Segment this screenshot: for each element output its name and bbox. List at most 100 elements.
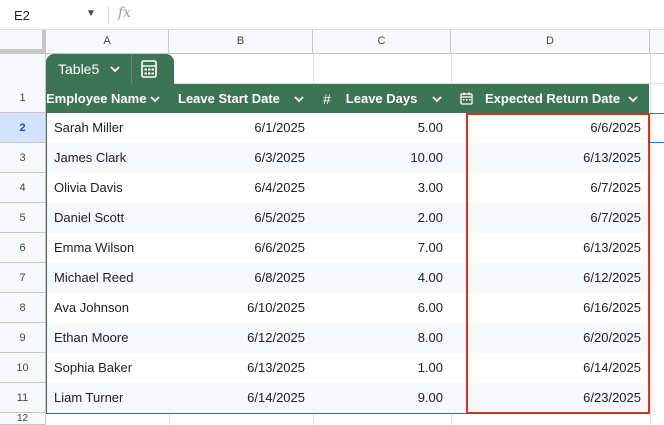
row-header-8[interactable]: 8 (0, 293, 46, 323)
cell-employee-name[interactable]: Liam Turner (46, 383, 169, 413)
cell-leave-start-date[interactable]: 6/4/2025 (169, 173, 313, 203)
header-leave-days-label: Leave Days (345, 91, 418, 106)
header-employee-name-label: Employee Name (46, 91, 147, 106)
row-header-4[interactable]: 4 (0, 173, 46, 203)
caret-down-icon[interactable]: ▼ (86, 8, 96, 19)
header-expected-return-date[interactable]: Expected Return Date (451, 84, 649, 113)
cell-expected-return-date[interactable]: 6/13/2025 (451, 233, 649, 263)
cell-leave-days[interactable]: 3.00 (313, 173, 451, 203)
column-header-d[interactable]: D (451, 30, 650, 53)
table-row: Sophia Baker 6/13/2025 1.00 6/14/2025 (46, 353, 649, 383)
header-employee-name[interactable]: Employee Name (46, 84, 169, 113)
cell-employee-name[interactable]: Sarah Miller (46, 113, 169, 143)
cell-leave-start-date[interactable]: 6/13/2025 (169, 353, 313, 383)
row-header-9[interactable]: 9 (0, 323, 46, 353)
cell-expected-return-date[interactable]: 6/23/2025 (451, 383, 649, 413)
column-header-c[interactable]: C (313, 30, 451, 53)
cell-expected-return-date[interactable]: 6/6/2025 (451, 113, 649, 143)
chevron-down-icon[interactable] (293, 93, 305, 105)
table-calculator-icon[interactable] (141, 60, 158, 78)
fx-icon: fx (118, 5, 132, 21)
calendar-icon (460, 92, 473, 105)
row-header-2[interactable]: 2 (0, 113, 46, 143)
cell-leave-days[interactable]: 10.00 (313, 143, 451, 173)
cell-leave-days[interactable]: 7.00 (313, 233, 451, 263)
table-row: Ava Johnson 6/10/2025 6.00 6/16/2025 (46, 293, 649, 323)
gridline (451, 54, 452, 84)
table-header-row: Employee Name Leave Start Date # Leave D… (46, 84, 649, 113)
row-header-11[interactable]: 11 (0, 383, 46, 413)
cell-expected-return-date[interactable]: 6/20/2025 (451, 323, 649, 353)
cell-expected-return-date[interactable]: 6/13/2025 (451, 143, 649, 173)
cell-leave-days[interactable]: 5.00 (313, 113, 451, 143)
gridline (313, 414, 314, 425)
cell-expected-return-date[interactable]: 6/12/2025 (451, 263, 649, 293)
cell-leave-days[interactable]: 2.00 (313, 203, 451, 233)
cell-leave-start-date[interactable]: 6/14/2025 (169, 383, 313, 413)
row-header-5[interactable]: 5 (0, 203, 46, 233)
tab-divider (131, 54, 133, 84)
formula-bar: E2 ▼ fx (0, 0, 664, 30)
cell-leave-start-date[interactable]: 6/10/2025 (169, 293, 313, 323)
row-header-blank (0, 54, 46, 84)
column-header-b[interactable]: B (169, 30, 313, 53)
header-leave-days[interactable]: # Leave Days (313, 84, 451, 113)
cell-expected-return-date[interactable]: 6/7/2025 (451, 203, 649, 233)
cell-expected-return-date[interactable]: 6/14/2025 (451, 353, 649, 383)
table-row: Ethan Moore 6/12/2025 8.00 6/20/2025 (46, 323, 649, 353)
header-expected-return-date-label: Expected Return Date (485, 91, 621, 106)
cell-leave-days[interactable]: 4.00 (313, 263, 451, 293)
row-header-6[interactable]: 6 (0, 233, 46, 263)
cell-leave-days[interactable]: 8.00 (313, 323, 451, 353)
gridline (451, 414, 452, 425)
table-name-tab[interactable]: Table5 (46, 54, 174, 84)
table-row: Daniel Scott 6/5/2025 2.00 6/7/2025 (46, 203, 649, 233)
cell-expected-return-date[interactable]: 6/7/2025 (451, 173, 649, 203)
active-cell-indicator (649, 113, 664, 143)
table-row: Sarah Miller 6/1/2025 5.00 6/6/2025 (46, 113, 649, 143)
table-row: Olivia Davis 6/4/2025 3.00 6/7/2025 (46, 173, 649, 203)
table-row: Michael Reed 6/8/2025 4.00 6/12/2025 (46, 263, 649, 293)
gridline (169, 414, 170, 425)
cell-employee-name[interactable]: Olivia Davis (46, 173, 169, 203)
cell-employee-name[interactable]: Sophia Baker (46, 353, 169, 383)
column-header-row: A B C D (0, 30, 664, 54)
cell-leave-days[interactable]: 1.00 (313, 353, 451, 383)
header-leave-start-date[interactable]: Leave Start Date (169, 84, 313, 113)
cell-employee-name[interactable]: James Clark (46, 143, 169, 173)
cell-leave-start-date[interactable]: 6/8/2025 (169, 263, 313, 293)
cell-leave-days[interactable]: 9.00 (313, 383, 451, 413)
cell-leave-start-date[interactable]: 6/12/2025 (169, 323, 313, 353)
cell-employee-name[interactable]: Daniel Scott (46, 203, 169, 233)
cell-leave-start-date[interactable]: 6/6/2025 (169, 233, 313, 263)
chevron-down-icon[interactable] (149, 93, 161, 105)
cell-leave-days[interactable]: 6.00 (313, 293, 451, 323)
table-row: Emma Wilson 6/6/2025 7.00 6/13/2025 (46, 233, 649, 263)
cell-leave-start-date[interactable]: 6/5/2025 (169, 203, 313, 233)
row-header-1[interactable]: 1 (0, 84, 46, 113)
cell-employee-name[interactable]: Emma Wilson (46, 233, 169, 263)
row-header-7[interactable]: 7 (0, 263, 46, 293)
hash-icon: # (323, 90, 331, 107)
name-box-value: E2 (14, 7, 30, 23)
name-box[interactable]: E2 ▼ (8, 5, 104, 25)
row-header-10[interactable]: 10 (0, 353, 46, 383)
table-row: Liam Turner 6/14/2025 9.00 6/23/2025 (46, 383, 649, 413)
cell-employee-name[interactable]: Ethan Moore (46, 323, 169, 353)
row-header-3[interactable]: 3 (0, 143, 46, 173)
row-header-12[interactable]: 12 (0, 413, 46, 425)
gridline (650, 54, 651, 84)
cell-expected-return-date[interactable]: 6/16/2025 (451, 293, 649, 323)
chevron-down-icon[interactable] (431, 93, 443, 105)
cell-employee-name[interactable]: Ava Johnson (46, 293, 169, 323)
cell-leave-start-date[interactable]: 6/1/2025 (169, 113, 313, 143)
column-header-a[interactable]: A (46, 30, 169, 53)
cell-leave-start-date[interactable]: 6/3/2025 (169, 143, 313, 173)
select-all-corner[interactable] (0, 30, 46, 53)
chevron-down-icon[interactable] (109, 63, 121, 75)
header-leave-start-date-label: Leave Start Date (178, 91, 280, 106)
table-row: James Clark 6/3/2025 10.00 6/13/2025 (46, 143, 649, 173)
cell-employee-name[interactable]: Michael Reed (46, 263, 169, 293)
table-name: Table5 (58, 61, 100, 77)
chevron-down-icon[interactable] (627, 93, 639, 105)
